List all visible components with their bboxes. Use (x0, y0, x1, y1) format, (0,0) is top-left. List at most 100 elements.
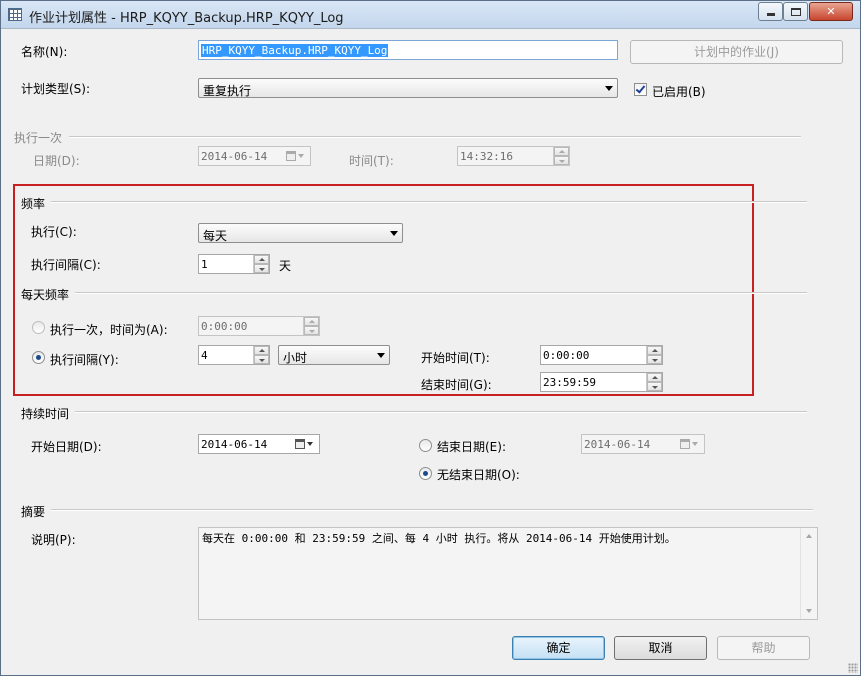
duration-divider (75, 411, 807, 413)
ok-button[interactable]: 确定 (512, 636, 605, 660)
end-time-input[interactable]: 23:59:59 (540, 372, 663, 392)
start-time-label: 开始时间(T): (421, 351, 490, 365)
schedule-type-select[interactable]: 重复执行 (198, 78, 618, 98)
spin-down-icon[interactable] (647, 382, 662, 391)
occurs-value: 每天 (203, 229, 228, 243)
start-date-picker[interactable] (295, 437, 317, 451)
daily-frequency-section-title: 每天频率 (21, 288, 70, 302)
calendar-icon (680, 439, 690, 449)
spin-up-icon (304, 317, 319, 326)
maximize-button[interactable] (783, 2, 808, 21)
frequency-divider (51, 201, 807, 203)
spin-up-icon[interactable] (254, 255, 269, 264)
spin-up-icon (554, 147, 569, 156)
chevron-down-icon (390, 231, 398, 236)
chevron-down-icon (307, 442, 313, 446)
occurs-once-time-spinner (303, 317, 319, 335)
end-date-value: 2014-06-14 (584, 438, 651, 451)
occurs-once-time-input: 0:00:00 (198, 316, 320, 336)
start-time-input[interactable]: 0:00:00 (540, 345, 663, 365)
one-time-section-title: 执行一次 (14, 131, 63, 145)
chevron-down-icon (692, 442, 698, 446)
calendar-icon (295, 439, 305, 449)
spin-down-icon (554, 156, 569, 165)
occurs-every-radio[interactable] (32, 351, 45, 364)
enabled-checkbox[interactable] (634, 83, 647, 96)
occurs-every-unit-select[interactable]: 小时 (278, 345, 390, 365)
title-bar[interactable]: 作业计划属性 - HRP_KQYY_Backup.HRP_KQYY_Log ✕ (1, 1, 860, 29)
occurs-label: 执行(C): (31, 225, 77, 239)
start-time-value: 0:00:00 (543, 349, 590, 362)
window-title: 作业计划属性 - HRP_KQYY_Backup.HRP_KQYY_Log (29, 11, 344, 26)
minimize-button[interactable] (758, 2, 783, 21)
spin-up-icon[interactable] (647, 346, 662, 355)
one-time-date-input: 2014-06-14 (198, 146, 311, 166)
occurs-every-input[interactable]: 4 (198, 345, 270, 365)
scroll-down-icon[interactable] (806, 609, 812, 613)
end-date-picker (680, 437, 702, 451)
duration-section-title: 持续时间 (21, 407, 70, 421)
enabled-label: 已启用(B) (652, 85, 706, 99)
schedule-type-label: 计划类型(S): (21, 82, 91, 96)
name-input[interactable]: HRP_KQYY_Backup.HRP_KQYY_Log (198, 40, 618, 60)
spin-down-icon (304, 326, 319, 335)
resize-grip-icon[interactable] (848, 663, 858, 673)
start-date-input[interactable]: 2014-06-14 (198, 434, 320, 454)
spin-down-icon[interactable] (254, 264, 269, 273)
summary-section-title: 摘要 (21, 505, 46, 519)
checkmark-icon (635, 83, 646, 94)
description-scrollbar[interactable] (800, 528, 817, 619)
recurs-every-spinner[interactable] (253, 255, 269, 273)
one-time-date-label: 日期(D): (33, 154, 80, 168)
spin-down-icon[interactable] (647, 355, 662, 364)
occurs-every-spinner[interactable] (253, 346, 269, 364)
one-time-date-value: 2014-06-14 (201, 150, 268, 163)
end-time-spinner[interactable] (646, 373, 662, 391)
one-time-time-label: 时间(T): (349, 154, 394, 168)
cancel-button[interactable]: 取消 (614, 636, 707, 660)
name-label: 名称(N): (21, 45, 68, 59)
one-time-divider (69, 136, 801, 138)
end-time-value: 23:59:59 (543, 376, 596, 389)
grid-icon (8, 8, 22, 21)
job-schedule-properties-dialog: 作业计划属性 - HRP_KQYY_Backup.HRP_KQYY_Log ✕ … (0, 0, 861, 676)
spin-up-icon[interactable] (647, 373, 662, 382)
start-time-spinner[interactable] (646, 346, 662, 364)
occurs-once-label: 执行一次，时间为(A): (50, 323, 168, 337)
chevron-down-icon (605, 86, 613, 91)
jobs-in-schedule-button[interactable]: 计划中的作业(J) (630, 40, 843, 64)
schedule-type-value: 重复执行 (203, 84, 252, 98)
start-date-label: 开始日期(D): (31, 440, 102, 454)
spin-up-icon[interactable] (254, 346, 269, 355)
chevron-down-icon (377, 353, 385, 358)
recurs-every-input[interactable]: 1 (198, 254, 270, 274)
end-date-label: 结束日期(E): (437, 440, 506, 454)
spin-down-icon[interactable] (254, 355, 269, 364)
recurs-every-label: 执行间隔(C): (31, 258, 101, 272)
occurs-every-unit-value: 小时 (283, 351, 308, 365)
daily-frequency-divider (75, 292, 807, 294)
maximize-icon (790, 7, 801, 16)
name-input-value: HRP_KQYY_Backup.HRP_KQYY_Log (201, 44, 389, 57)
recurs-every-value: 1 (201, 258, 208, 271)
chevron-down-icon (298, 154, 304, 158)
occurs-once-time-value: 0:00:00 (201, 320, 248, 333)
recurs-unit-label: 天 (279, 259, 292, 273)
one-time-time-value: 14:32:16 (460, 150, 513, 163)
description-textarea[interactable]: 每天在 0:00:00 和 23:59:59 之间、每 4 小时 执行。将从 2… (198, 527, 818, 620)
end-date-input: 2014-06-14 (581, 434, 705, 454)
description-label: 说明(P): (31, 533, 76, 547)
end-date-radio[interactable] (419, 439, 432, 452)
close-icon: ✕ (826, 5, 836, 18)
one-time-time-spinner (553, 147, 569, 165)
calendar-icon (286, 151, 296, 161)
scroll-up-icon[interactable] (806, 534, 812, 538)
no-end-date-radio[interactable] (419, 467, 432, 480)
start-date-value: 2014-06-14 (201, 438, 268, 451)
one-time-date-picker (286, 149, 308, 163)
help-button[interactable]: 帮助 (717, 636, 810, 660)
close-button[interactable]: ✕ (809, 2, 853, 21)
end-time-label: 结束时间(G): (421, 378, 492, 392)
occurs-once-radio[interactable] (32, 321, 45, 334)
occurs-select[interactable]: 每天 (198, 223, 403, 243)
